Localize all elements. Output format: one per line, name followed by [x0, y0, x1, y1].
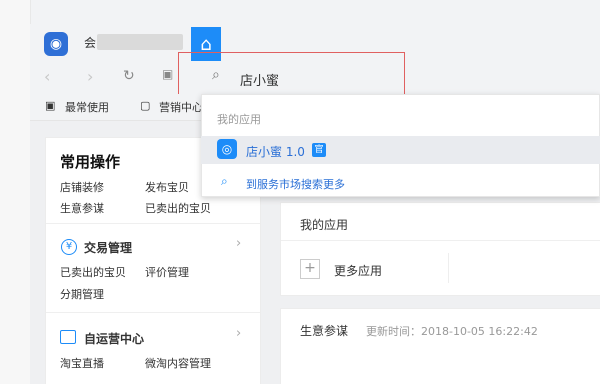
app-logo-icon: ◉ [44, 32, 68, 56]
link-sold-items[interactable]: 已卖出的宝贝 [145, 200, 211, 216]
plus-icon[interactable]: + [300, 259, 320, 279]
link-taobao-live[interactable]: 淘宝直播 [60, 355, 104, 371]
marketing-button[interactable]: 营销中心 [159, 99, 203, 115]
more-apps-link[interactable]: 更多应用 [334, 262, 382, 279]
dropdown-section-title: 我的应用 [217, 113, 261, 126]
chat-icon [60, 330, 76, 344]
suggestion-app-name[interactable]: 店小蜜 1.0 [246, 143, 305, 160]
official-badge: 官 [312, 143, 326, 157]
forward-button[interactable]: › [87, 67, 93, 86]
divider [46, 223, 260, 224]
marketing-icon: ▢ [140, 99, 151, 112]
shop-name: 会 [84, 36, 97, 50]
chevron-right-icon[interactable]: › [236, 326, 241, 341]
search-icon: ⌕ [221, 174, 228, 188]
refresh-button[interactable]: ↻ [123, 68, 135, 84]
link-shop-decor[interactable]: 店铺装修 [60, 179, 104, 195]
business-title: 生意参谋 [300, 324, 349, 338]
window-icon[interactable]: ▣ [162, 67, 173, 81]
self-ops-title[interactable]: 自运营中心 [84, 330, 144, 347]
link-publish-item[interactable]: 发布宝贝 [145, 179, 189, 195]
redacted-shop-name [97, 34, 183, 50]
app-icon: ◎ [217, 139, 237, 159]
link-review-mgmt[interactable]: 评价管理 [145, 264, 189, 280]
divider [448, 253, 449, 283]
my-apps-title: 我的应用 [300, 218, 349, 232]
link-sold-items-2[interactable]: 已卖出的宝贝 [60, 264, 126, 280]
link-installment[interactable]: 分期管理 [60, 286, 104, 302]
update-time: 更新时间：2018-10-05 16:22:42 [366, 325, 538, 338]
chevron-right-icon[interactable]: › [236, 236, 241, 251]
divider [281, 240, 600, 241]
divider [46, 312, 260, 313]
search-market-link[interactable]: 到服务市场搜索更多 [246, 176, 345, 192]
frequent-icon: ▣ [45, 99, 56, 112]
common-ops-title: 常用操作 [60, 153, 121, 171]
link-weitao[interactable]: 微淘内容管理 [145, 355, 211, 371]
trade-title[interactable]: 交易管理 [84, 239, 132, 256]
link-business-advisor[interactable]: 生意参谋 [60, 200, 104, 216]
trade-icon: ¥ [61, 239, 77, 255]
business-panel [281, 309, 600, 384]
frequent-button[interactable]: 最常使用 [65, 99, 109, 115]
back-button[interactable]: ‹ [44, 67, 50, 86]
